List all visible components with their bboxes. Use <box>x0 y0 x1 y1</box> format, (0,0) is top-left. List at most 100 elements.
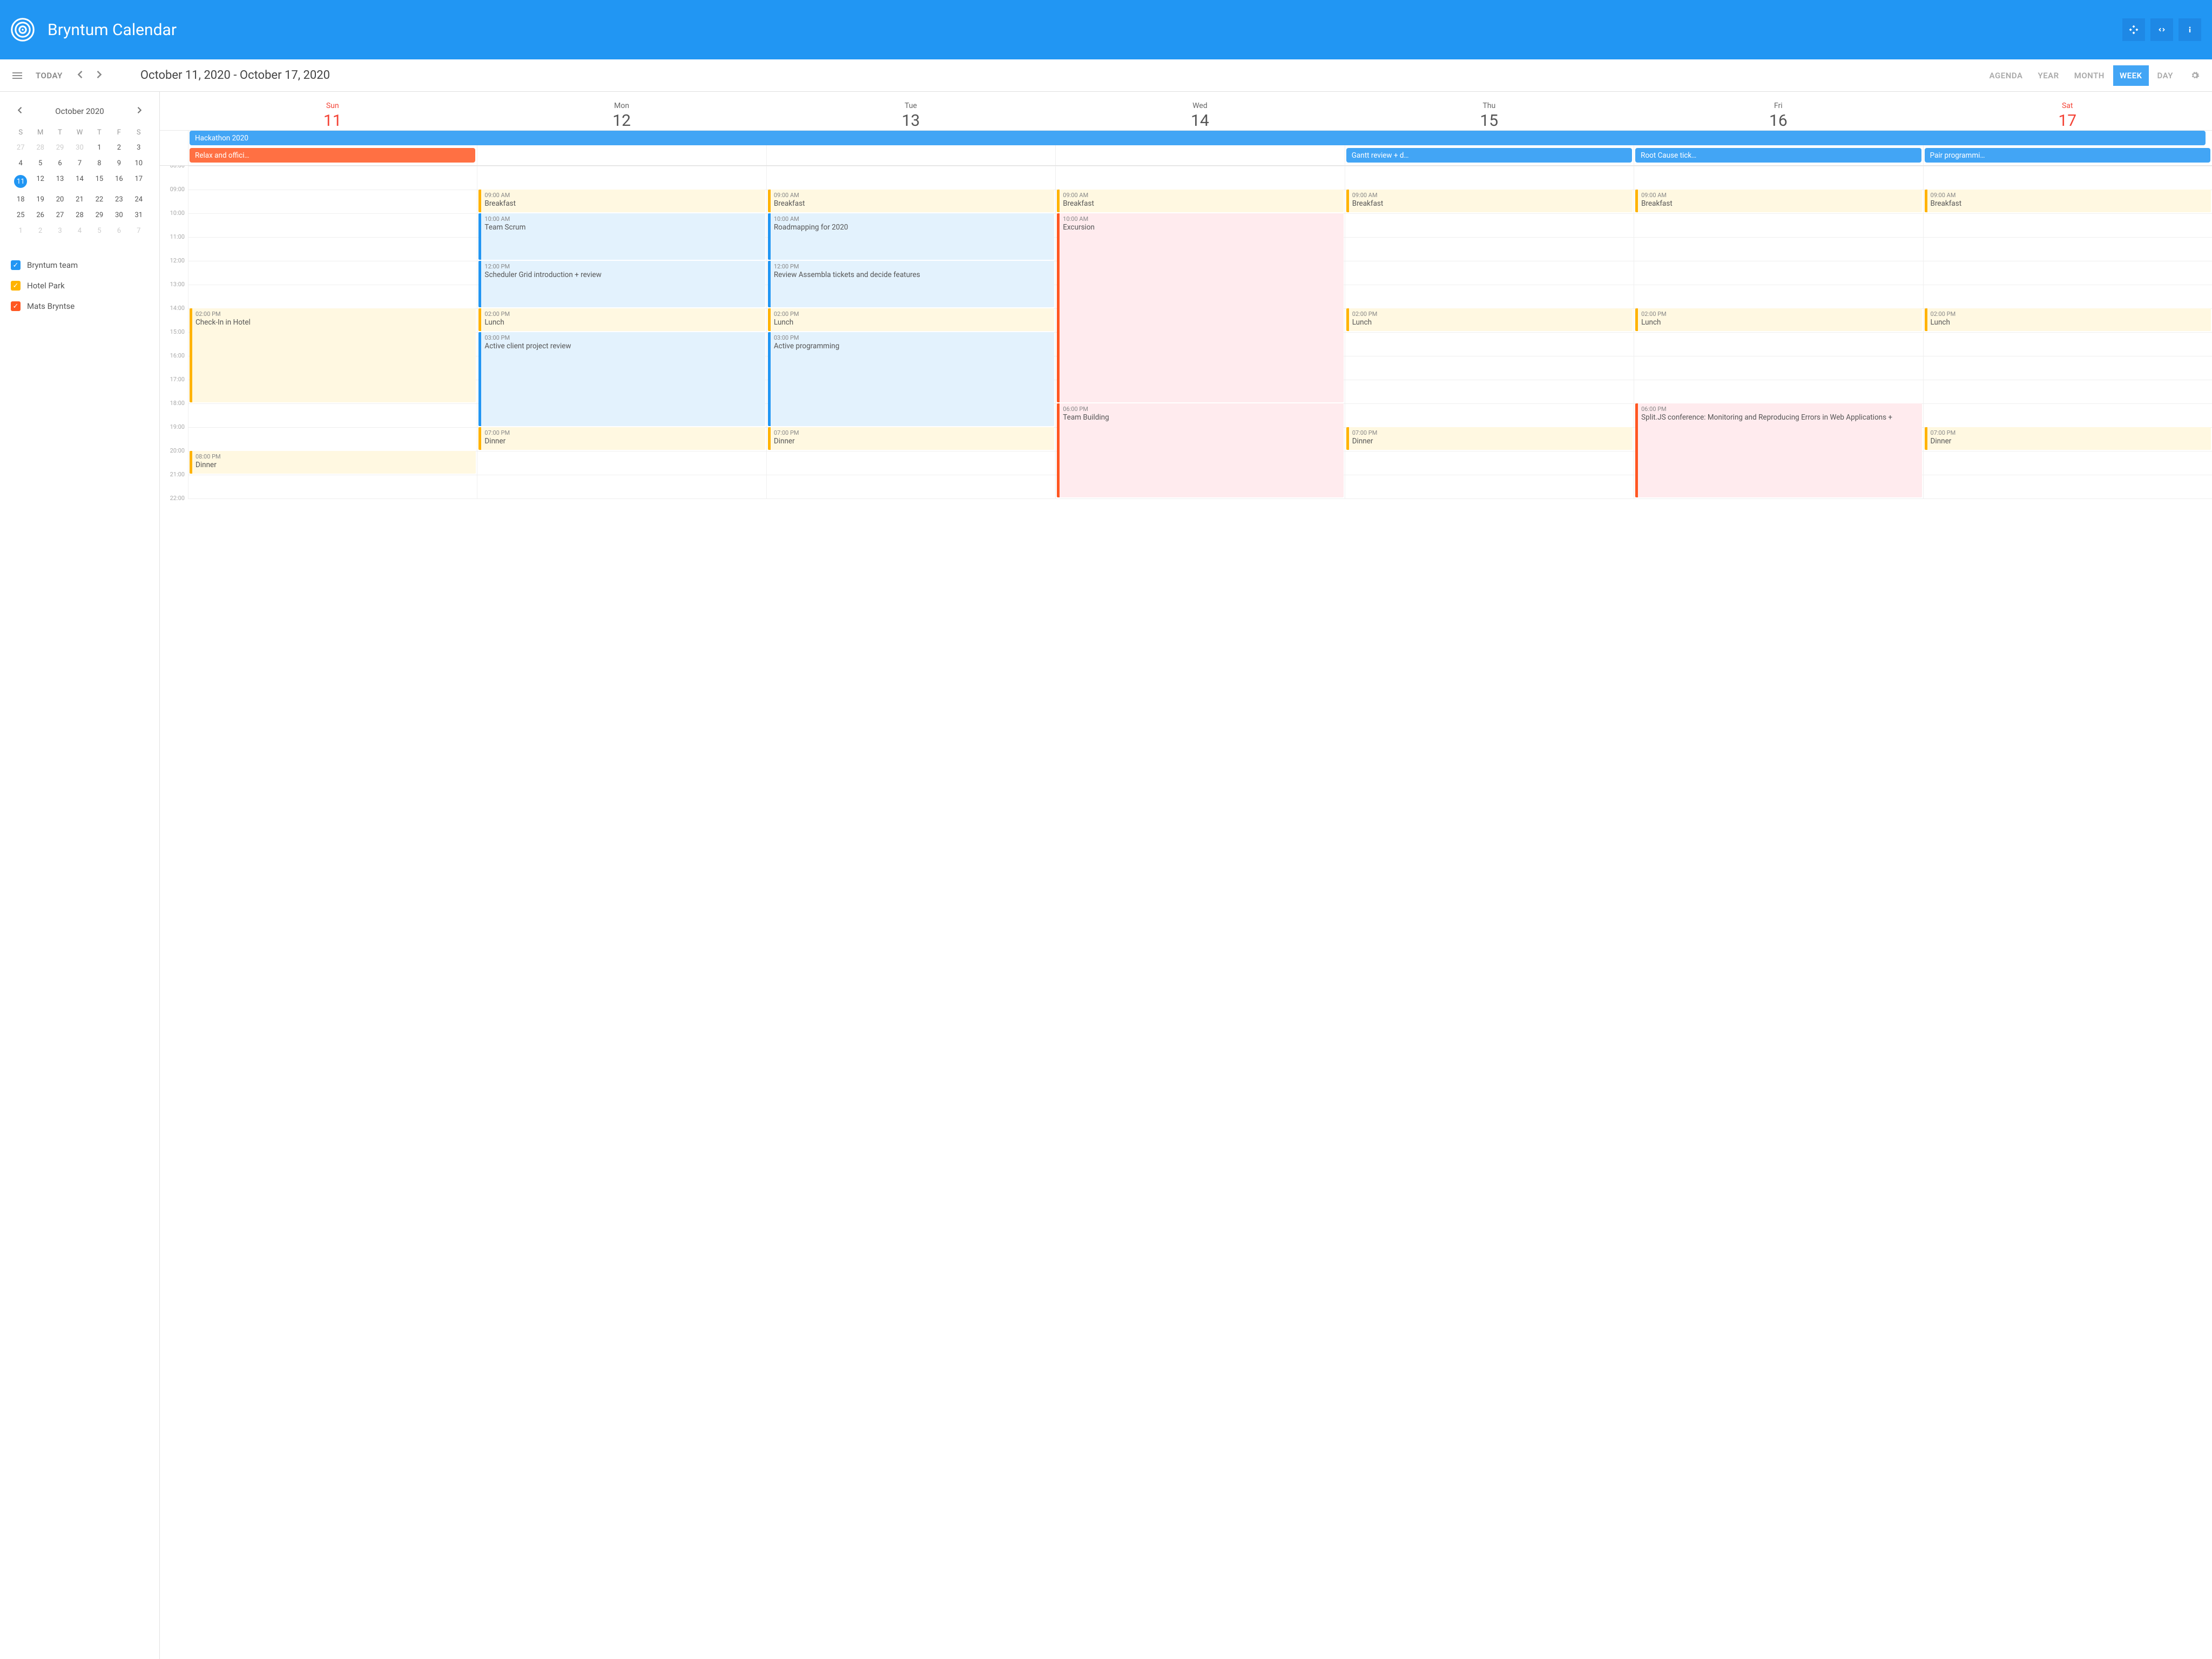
mini-day[interactable]: 16 <box>109 171 129 192</box>
calendar-event[interactable]: 02:00 PMLunch <box>1346 308 1633 331</box>
mini-day[interactable]: 3 <box>50 223 70 239</box>
calendar-event[interactable]: 10:00 AMRoadmapping for 2020 <box>768 213 1054 260</box>
day-header[interactable]: Mon12 <box>477 102 766 130</box>
day-header[interactable]: Fri16 <box>1634 102 1923 130</box>
mini-day[interactable]: 24 <box>129 192 149 207</box>
mini-day[interactable]: 29 <box>90 207 109 223</box>
day-column[interactable]: 09:00 AMBreakfast10:00 AMRoadmapping for… <box>766 166 1055 498</box>
calendar-event[interactable]: 09:00 AMBreakfast <box>1346 190 1633 212</box>
calendar-event[interactable]: 12:00 PMScheduler Grid introduction + re… <box>478 261 765 307</box>
mini-day[interactable]: 6 <box>109 223 129 239</box>
allday-event[interactable]: Gantt review + d… <box>1346 148 1632 163</box>
prev-button[interactable] <box>71 70 89 80</box>
today-button[interactable]: TODAY <box>29 71 69 80</box>
mini-day[interactable]: 18 <box>11 192 30 207</box>
resource-item[interactable]: ✓Hotel Park <box>11 275 149 296</box>
mini-day[interactable]: 8 <box>90 156 109 171</box>
calendar-event[interactable]: 12:00 PMReview Assembla tickets and deci… <box>768 261 1054 307</box>
mini-day[interactable]: 10 <box>129 156 149 171</box>
view-day[interactable]: DAY <box>2151 65 2180 86</box>
calendar-event[interactable]: 06:00 PMTeam Building <box>1057 403 1343 497</box>
checkbox-icon[interactable]: ✓ <box>11 281 21 291</box>
calendar-event[interactable]: 07:00 PMDinner <box>1925 427 2211 450</box>
calendar-event[interactable]: 09:00 AMBreakfast <box>478 190 765 212</box>
mini-day[interactable]: 3 <box>129 140 149 156</box>
mini-day[interactable]: 1 <box>90 140 109 156</box>
mini-day[interactable]: 6 <box>50 156 70 171</box>
mini-day[interactable]: 2 <box>109 140 129 156</box>
mini-day[interactable]: 23 <box>109 192 129 207</box>
calendar-event[interactable]: 09:00 AMBreakfast <box>768 190 1054 212</box>
mini-day[interactable]: 12 <box>30 171 50 192</box>
mini-day[interactable]: 21 <box>70 192 89 207</box>
day-header[interactable]: Wed14 <box>1055 102 1344 130</box>
mini-day[interactable]: 9 <box>109 156 129 171</box>
day-header[interactable]: Thu15 <box>1345 102 1634 130</box>
mini-day[interactable]: 7 <box>129 223 149 239</box>
day-column[interactable]: 02:00 PMCheck-In in Hotel 08:00 PMDinner <box>188 166 477 498</box>
calendar-event[interactable]: 02:00 PMLunch <box>478 308 765 331</box>
mini-day[interactable]: 26 <box>30 207 50 223</box>
mini-day[interactable]: 29 <box>50 140 70 156</box>
mini-day[interactable]: 2 <box>30 223 50 239</box>
day-column[interactable]: 09:00 AMBreakfast 02:00 PMLunch 06:00 PMSp… <box>1634 166 1923 498</box>
calendar-event[interactable]: 09:00 AMBreakfast <box>1635 190 1921 212</box>
calendar-event[interactable]: 09:00 AMBreakfast <box>1057 190 1343 212</box>
settings-icon[interactable] <box>2185 66 2204 85</box>
checkbox-icon[interactable]: ✓ <box>11 260 21 270</box>
day-header[interactable]: Sun11 <box>188 102 477 130</box>
mini-day[interactable]: 4 <box>11 156 30 171</box>
mini-day[interactable]: 14 <box>70 171 89 192</box>
next-button[interactable] <box>91 70 108 80</box>
allday-event[interactable]: Pair programmi… <box>1925 148 2210 163</box>
day-column[interactable]: 09:00 AMBreakfast02:00 PMLunch07:00 PMDi… <box>1345 166 1634 498</box>
mini-day[interactable]: 27 <box>11 140 30 156</box>
view-week[interactable]: WEEK <box>2113 65 2149 86</box>
info-button[interactable] <box>2179 18 2201 41</box>
resource-item[interactable]: ✓Bryntum team <box>11 255 149 275</box>
day-column[interactable]: 09:00 AMBreakfast 02:00 PMLunch 07:00 PMDi… <box>1923 166 2212 498</box>
mini-day[interactable]: 11 <box>11 171 30 192</box>
checkbox-icon[interactable]: ✓ <box>11 301 21 311</box>
mini-cal-next[interactable] <box>133 105 146 118</box>
mini-day[interactable]: 15 <box>90 171 109 192</box>
calendar-event[interactable]: 07:00 PMDinner <box>768 427 1054 450</box>
allday-event[interactable]: Relax and offici… <box>190 148 475 163</box>
mini-cal-prev[interactable] <box>13 105 26 118</box>
mini-day[interactable]: 30 <box>70 140 89 156</box>
mini-day[interactable]: 5 <box>90 223 109 239</box>
calendar-event[interactable]: 08:00 PMDinner <box>190 451 476 474</box>
calendar-event[interactable]: 09:00 AMBreakfast <box>1925 190 2211 212</box>
allday-event[interactable]: Hackathon 2020 <box>190 131 2206 145</box>
day-column[interactable]: 09:00 AMBreakfast10:00 AMExcursion06:00 … <box>1055 166 1344 498</box>
menu-icon[interactable] <box>8 66 27 85</box>
mini-day[interactable]: 5 <box>30 156 50 171</box>
mini-day[interactable]: 1 <box>11 223 30 239</box>
calendar-event[interactable]: 07:00 PMDinner <box>478 427 765 450</box>
calendar-event[interactable]: 02:00 PMLunch <box>1925 308 2211 331</box>
time-grid[interactable]: 08:0009:0010:0011:0012:0013:0014:0015:00… <box>160 166 2212 1659</box>
mini-day[interactable]: 28 <box>70 207 89 223</box>
mini-day[interactable]: 17 <box>129 171 149 192</box>
view-agenda[interactable]: AGENDA <box>1983 65 2029 86</box>
resource-item[interactable]: ✓Mats Bryntse <box>11 296 149 316</box>
calendar-event[interactable]: 06:00 PMSplit.JS conference: Monitoring … <box>1635 403 1921 497</box>
allday-event[interactable]: Root Cause tick… <box>1635 148 1921 163</box>
calendar-event[interactable]: 10:00 AMTeam Scrum <box>478 213 765 260</box>
calendar-event[interactable]: 02:00 PMLunch <box>1635 308 1921 331</box>
view-year[interactable]: YEAR <box>2031 65 2065 86</box>
calendar-event[interactable]: 03:00 PMActive client project review <box>478 332 765 426</box>
day-header[interactable]: Tue13 <box>766 102 1055 130</box>
mini-day[interactable]: 22 <box>90 192 109 207</box>
mini-day[interactable]: 7 <box>70 156 89 171</box>
mini-day[interactable]: 13 <box>50 171 70 192</box>
mini-day[interactable]: 28 <box>30 140 50 156</box>
day-column[interactable]: 09:00 AMBreakfast10:00 AMTeam Scrum12:00… <box>477 166 766 498</box>
calendar-event[interactable]: 03:00 PMActive programming <box>768 332 1054 426</box>
mini-day[interactable]: 31 <box>129 207 149 223</box>
mini-day[interactable]: 19 <box>30 192 50 207</box>
day-header[interactable]: Sat17 <box>1923 102 2212 130</box>
calendar-event[interactable]: 02:00 PMCheck-In in Hotel <box>190 308 476 402</box>
calendar-event[interactable]: 02:00 PMLunch <box>768 308 1054 331</box>
mini-day[interactable]: 4 <box>70 223 89 239</box>
